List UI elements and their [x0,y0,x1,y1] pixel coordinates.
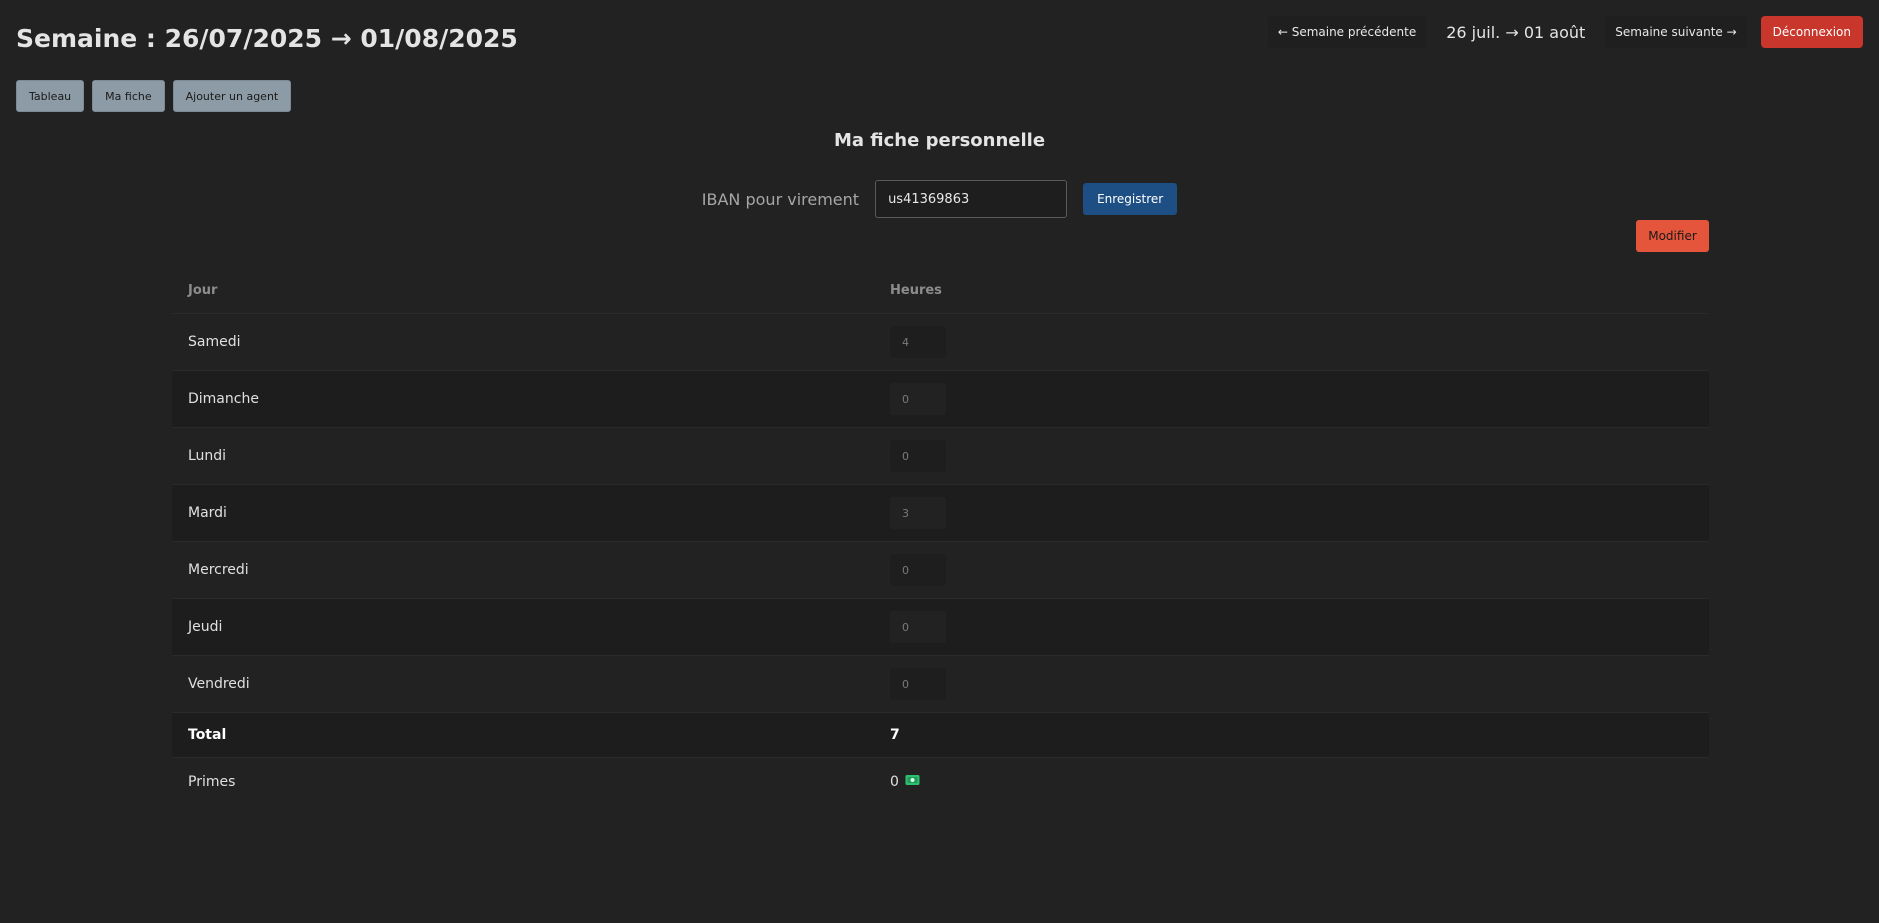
table-row: Lundi [172,427,1709,485]
day-cell: Jeudi [172,598,874,656]
hours-cell [874,313,1709,371]
hours-table: Jour Heures Samedi Dimanche Lundi Mardi … [172,268,1709,806]
day-cell: Vendredi [172,655,874,713]
day-cell: Samedi [172,313,874,371]
hours-input[interactable] [890,611,946,643]
hours-input[interactable] [890,554,946,586]
hours-input[interactable] [890,326,946,358]
table-row: Mercredi [172,541,1709,599]
day-cell: Mardi [172,484,874,542]
week-range-label: 26 juil. → 01 août [1446,22,1586,42]
tab-ma-fiche[interactable]: Ma fiche [92,80,165,112]
day-cell: Dimanche [172,370,874,428]
hours-input[interactable] [890,383,946,415]
column-header-hours: Heures [874,268,1709,314]
week-navigation: ← Semaine précédente 26 juil. → 01 août … [1267,16,1863,48]
page-title: Ma fiche personnelle [833,130,1046,151]
hours-cell [874,598,1709,656]
cash-icon [905,774,920,790]
iban-label: IBAN pour virement [701,189,860,209]
logout-button[interactable]: Déconnexion [1760,16,1863,48]
table-row: Mardi [172,484,1709,542]
day-cell: Lundi [172,427,874,485]
hours-cell [874,541,1709,599]
hours-input[interactable] [890,497,946,529]
total-label: Total [172,712,874,758]
hours-cell [874,655,1709,713]
primes-row: Primes 0 [172,758,1709,807]
total-value: 7 [874,712,1709,758]
week-title: Semaine : 26/07/2025 → 01/08/2025 [16,24,518,53]
day-cell: Mercredi [172,541,874,599]
primes-value: 0 [890,774,899,790]
primes-label: Primes [188,774,236,790]
hours-cell [874,370,1709,428]
column-header-day: Jour [172,268,874,314]
tab-add-agent[interactable]: Ajouter un agent [172,80,292,112]
previous-week-button[interactable]: ← Semaine précédente [1267,16,1427,48]
top-bar: Semaine : 26/07/2025 → 01/08/2025 ← Sema… [0,0,1879,70]
hours-cell [874,484,1709,542]
next-week-button[interactable]: Semaine suivante → [1605,16,1747,48]
table-header-row: Jour Heures [172,268,1709,314]
hours-cell [874,427,1709,485]
iban-input[interactable] [875,180,1068,218]
table-row: Jeudi [172,598,1709,656]
table-row: Dimanche [172,370,1709,428]
tab-tableau[interactable]: Tableau [16,80,85,112]
edit-button[interactable]: Modifier [1636,220,1709,252]
total-row: Total 7 [172,712,1709,758]
hours-input[interactable] [890,668,946,700]
save-button[interactable]: Enregistrer [1083,183,1178,215]
table-row: Vendredi [172,655,1709,713]
iban-form: IBAN pour virement Enregistrer [0,180,1879,218]
table-row: Samedi [172,313,1709,371]
tab-bar: Tableau Ma fiche Ajouter un agent [16,80,292,112]
hours-input[interactable] [890,440,946,472]
primes-cell: 0 [874,758,1709,807]
